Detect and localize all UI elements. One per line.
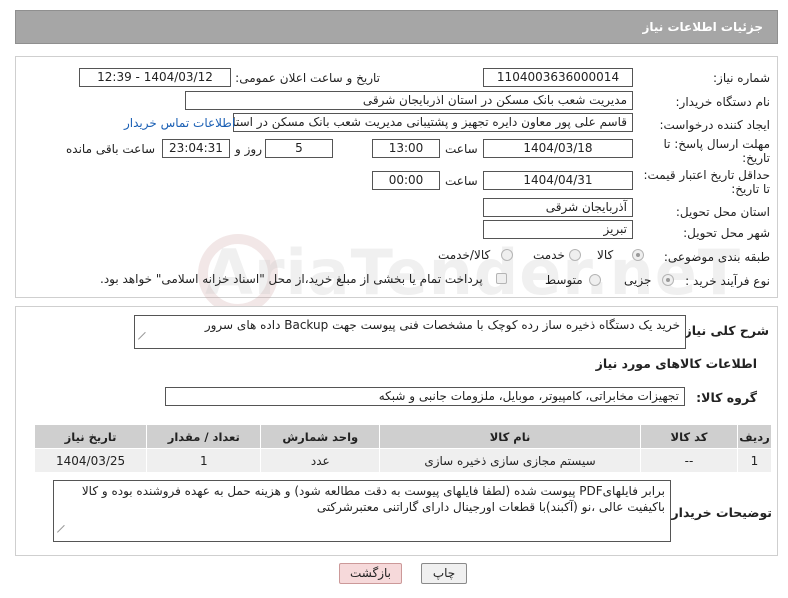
- treasury-payment-checkbox[interactable]: [496, 273, 507, 284]
- remaining-time-field[interactable]: 23:04:31: [162, 139, 230, 158]
- price-validity-label-2: تا تاریخ:: [731, 182, 770, 196]
- goods-group-field[interactable]: تجهیزات مخابراتی، کامپیوتر، موبایل، ملزو…: [165, 387, 685, 406]
- price-validity-time-label: ساعت: [445, 174, 478, 188]
- reply-deadline-label-2: تاریخ:: [742, 151, 770, 165]
- category-radio-goods-service[interactable]: [501, 249, 513, 261]
- treasury-payment-note: پرداخت تمام یا بخشی از مبلغ خرید،از محل …: [100, 272, 483, 286]
- back-button[interactable]: بازگشت: [339, 563, 402, 584]
- buyer-contact-link[interactable]: اطلاعات تماس خریدار: [124, 116, 235, 130]
- price-validity-time-field[interactable]: 00:00: [372, 171, 440, 190]
- cell-unit: عدد: [260, 448, 381, 473]
- description-label: شرح کلی نیاز:: [679, 323, 769, 338]
- goods-section-title: اطلاعات کالاهای مورد نیاز: [595, 356, 757, 371]
- cell-qty: 1: [146, 448, 262, 473]
- buyer-notes-label: توضیحات خریدار:: [666, 505, 772, 520]
- buyer-notes-line-1: برابر فایلهایPDF پیوست شده (لطفا فایلهای…: [81, 484, 665, 498]
- purchase-type-option-minor: جزیی: [624, 273, 652, 287]
- description-text: خرید یک دستگاه ذخیره ساز رده کوچک با مشخ…: [204, 318, 680, 332]
- reply-days-label: روز و: [235, 142, 262, 156]
- buyer-notes-line-2: باکیفیت عالی ،نو (آکبند)با قطعات اورجینا…: [316, 500, 665, 514]
- col-index: ردیف: [737, 424, 772, 449]
- reply-days-field[interactable]: 5: [265, 139, 333, 158]
- table-row[interactable]: 1 -- سیستم مجازی سازی ذخیره سازی عدد 1 1…: [33, 448, 772, 473]
- delivery-city-field[interactable]: تبریز: [483, 220, 633, 239]
- resize-handle-icon[interactable]: [138, 331, 146, 339]
- category-option-service: خدمت: [533, 248, 565, 262]
- requester-label: ایجاد کننده درخواست:: [659, 118, 770, 132]
- delivery-province-field[interactable]: آذربایجان شرقی: [483, 198, 633, 217]
- cell-code: --: [639, 448, 739, 473]
- col-date: تاریخ نیاز: [33, 424, 148, 449]
- col-name: نام کالا: [379, 424, 641, 449]
- print-button[interactable]: چاپ: [421, 563, 467, 584]
- cell-name: سیستم مجازی سازی ذخیره سازی: [379, 448, 641, 473]
- description-textarea[interactable]: خرید یک دستگاه ذخیره ساز رده کوچک با مشخ…: [134, 315, 686, 349]
- reply-time-field[interactable]: 13:00: [372, 139, 440, 158]
- delivery-province-label: استان محل تحویل:: [675, 205, 770, 219]
- page-header: جزئیات اطلاعات نیاز: [15, 10, 778, 44]
- buyer-org-field[interactable]: مدیریت شعب بانک مسکن در استان اذربایجان …: [185, 91, 633, 110]
- category-option-goods: کالا: [597, 248, 614, 262]
- page-title: جزئیات اطلاعات نیاز: [642, 20, 763, 34]
- price-validity-label: حداقل تاریخ اعتبار قیمت:: [643, 168, 770, 182]
- requester-field[interactable]: قاسم علی پور معاون دایره تجهیز و پشتیبان…: [233, 113, 633, 132]
- announce-datetime-field[interactable]: 1404/03/12 - 12:39: [79, 68, 231, 87]
- col-unit: واحد شمارش: [260, 424, 381, 449]
- reply-time-label: ساعت: [445, 142, 478, 156]
- category-option-goods-service: کالا/خدمت: [438, 248, 491, 262]
- purchase-type-radio-minor[interactable]: [662, 274, 674, 286]
- purchase-type-option-medium: متوسط: [545, 273, 583, 287]
- category-label: طبقه بندی موضوعی:: [663, 250, 770, 264]
- col-qty: تعداد / مقدار: [146, 424, 262, 449]
- remaining-time-label: ساعت باقی مانده: [66, 142, 156, 156]
- buyer-org-label: نام دستگاه خریدار:: [675, 95, 771, 109]
- purchase-type-radio-medium[interactable]: [589, 274, 601, 286]
- need-number-field[interactable]: 1104003636000014: [483, 68, 633, 87]
- purchase-type-label: نوع فرآیند خرید :: [685, 274, 770, 288]
- goods-table-header: ردیف کد کالا نام کالا واحد شمارش تعداد /…: [33, 424, 772, 449]
- cell-date: 1404/03/25: [33, 448, 148, 473]
- need-number-label: شماره نیاز:: [713, 71, 770, 85]
- goods-group-label: گروه کالا:: [696, 390, 757, 405]
- category-radio-goods[interactable]: [632, 249, 644, 261]
- col-code: کد کالا: [639, 424, 739, 449]
- announce-datetime-label: تاریخ و ساعت اعلان عمومی:: [235, 71, 380, 85]
- goods-table: ردیف کد کالا نام کالا واحد شمارش تعداد /…: [33, 424, 772, 473]
- resize-handle-icon[interactable]: [57, 524, 65, 532]
- reply-deadline-label: مهلت ارسال پاسخ: تا: [663, 137, 770, 151]
- price-validity-date-field[interactable]: 1404/04/31: [483, 171, 633, 190]
- category-radio-service[interactable]: [569, 249, 581, 261]
- delivery-city-label: شهر محل تحویل:: [683, 226, 770, 240]
- cell-index: 1: [737, 448, 772, 473]
- buyer-notes-textarea[interactable]: برابر فایلهایPDF پیوست شده (لطفا فایلهای…: [53, 480, 671, 542]
- reply-date-field[interactable]: 1404/03/18: [483, 139, 633, 158]
